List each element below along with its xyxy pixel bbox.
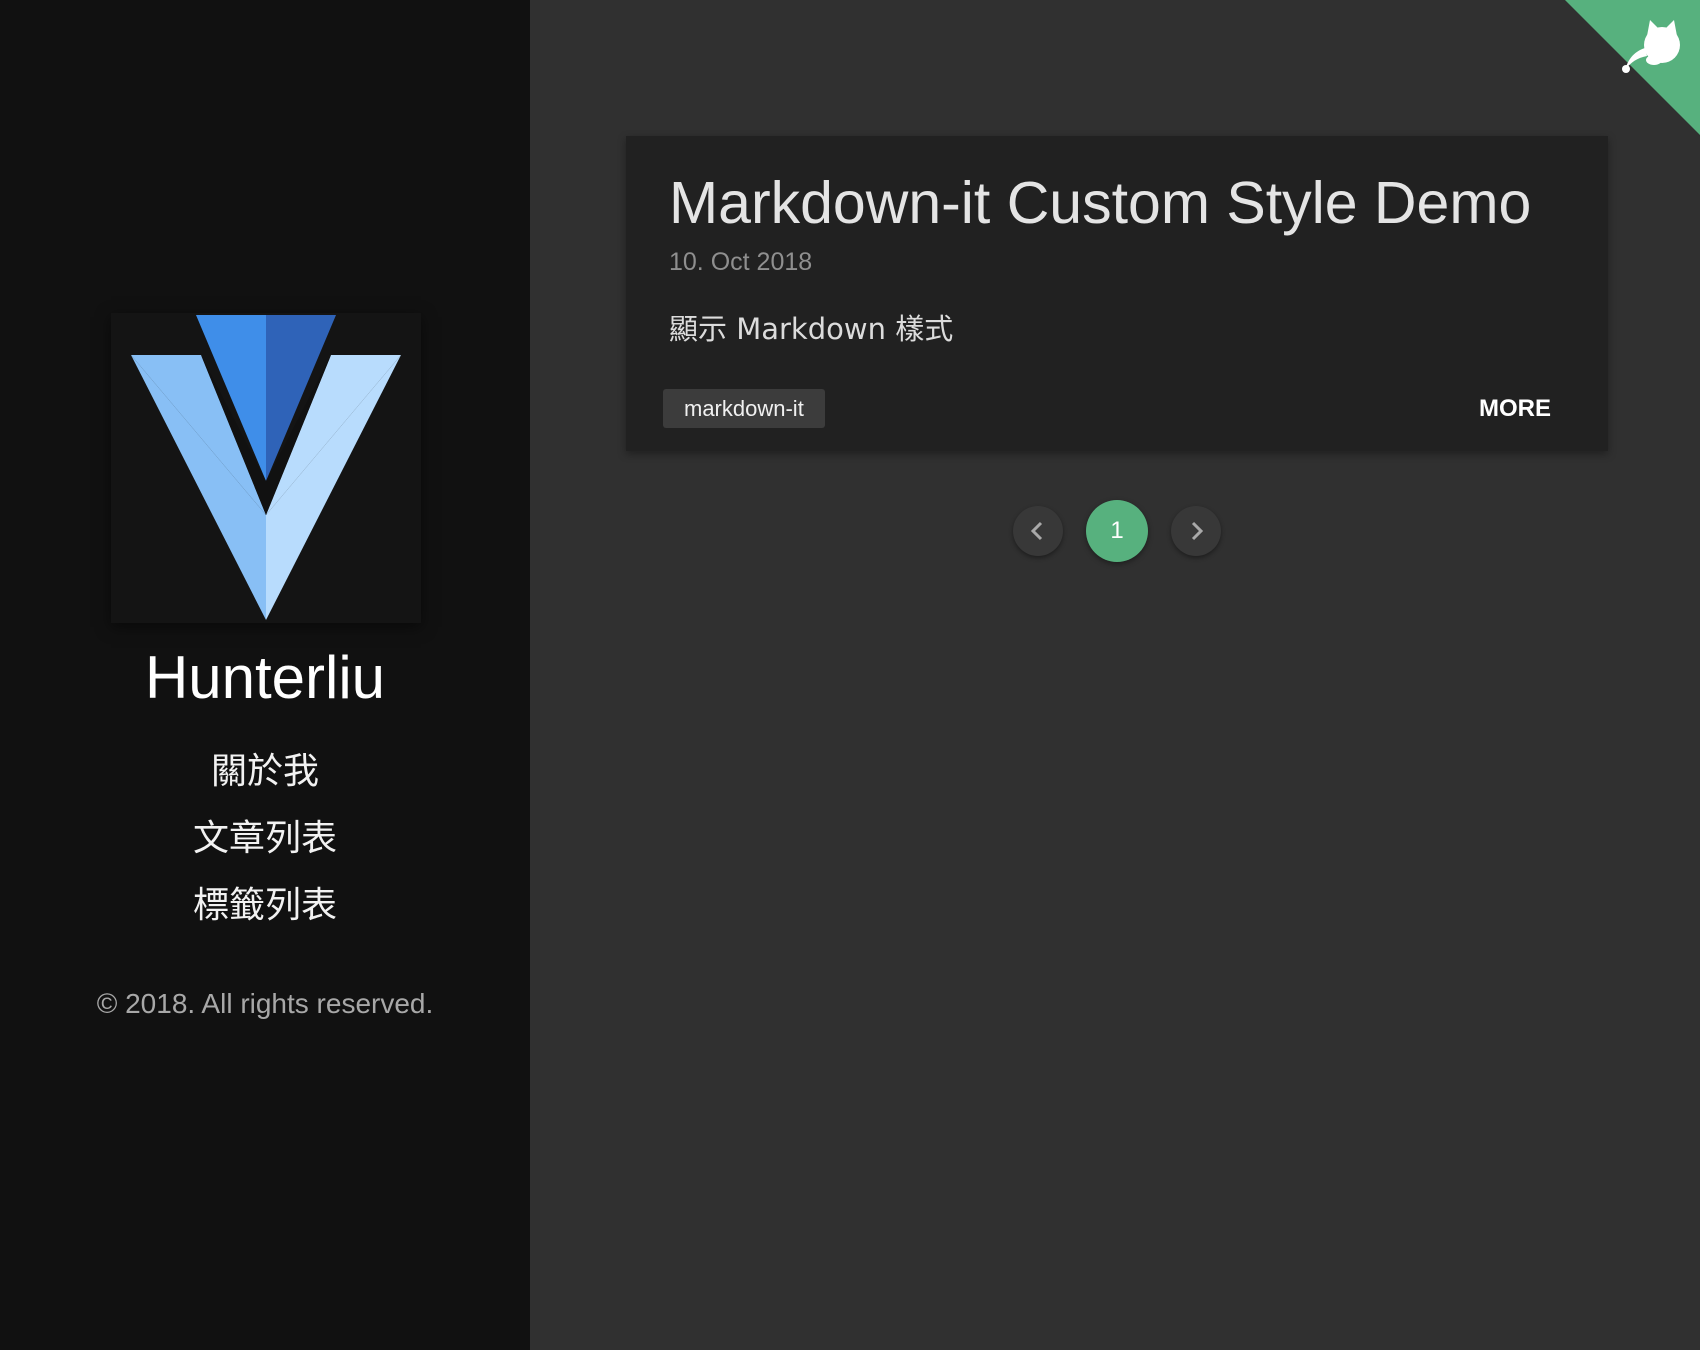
chevron-left-icon bbox=[1030, 521, 1043, 541]
next-page-button[interactable] bbox=[1171, 506, 1221, 556]
github-octocat-icon bbox=[1565, 0, 1700, 135]
site-logo[interactable] bbox=[111, 313, 421, 623]
nav-item-about[interactable]: 關於我 bbox=[0, 742, 530, 809]
pagination: 1 bbox=[1010, 500, 1225, 562]
sidebar-nav: 關於我 文章列表 標籤列表 bbox=[0, 742, 530, 943]
post-title[interactable]: Markdown-it Custom Style Demo bbox=[669, 164, 1531, 242]
page: Hunterliu 關於我 文章列表 標籤列表 © 2018. All righ… bbox=[0, 0, 1700, 1350]
more-button[interactable]: MORE bbox=[1479, 389, 1551, 428]
prev-page-button[interactable] bbox=[1013, 506, 1063, 556]
nav-item-articles[interactable]: 文章列表 bbox=[0, 809, 530, 876]
post-card: Markdown-it Custom Style Demo 10. Oct 20… bbox=[626, 136, 1608, 451]
v-logo-icon bbox=[131, 315, 401, 620]
site-name[interactable]: Hunterliu bbox=[0, 640, 530, 716]
tag-chip[interactable]: markdown-it bbox=[663, 389, 825, 428]
chevron-right-icon bbox=[1191, 521, 1204, 541]
post-description: 顯示 Markdown 樣式 bbox=[669, 312, 954, 346]
page-number-button[interactable]: 1 bbox=[1086, 500, 1148, 562]
sidebar: Hunterliu 關於我 文章列表 標籤列表 © 2018. All righ… bbox=[0, 0, 530, 1350]
copyright-text: © 2018. All rights reserved. bbox=[96, 988, 434, 1019]
github-corner-link[interactable] bbox=[1565, 0, 1700, 135]
post-date: 10. Oct 2018 bbox=[669, 248, 813, 276]
nav-item-tags[interactable]: 標籤列表 bbox=[0, 876, 530, 943]
